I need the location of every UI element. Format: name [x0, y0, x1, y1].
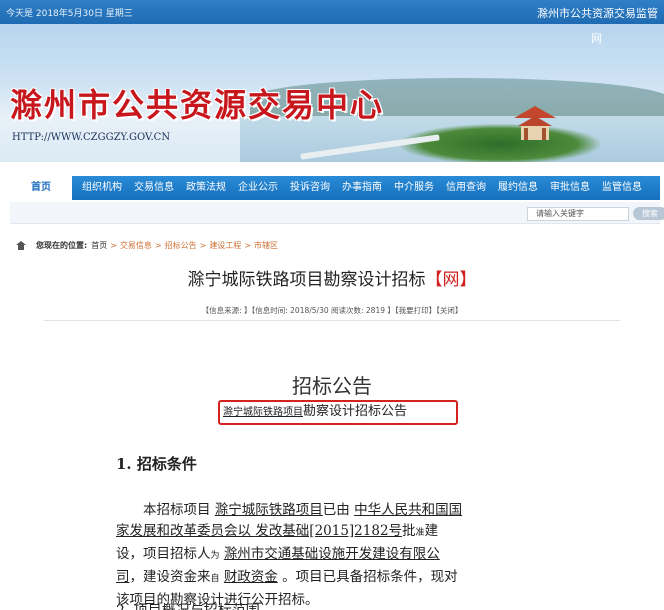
article-meta: 【信息来源: 】【信息时间: 2018/5/30 阅读次数: 2819 】【我要…: [201, 306, 463, 315]
search-input[interactable]: 请输入关键字: [527, 207, 629, 221]
divider: [44, 320, 620, 321]
top-right-label: 滁州市公共资源交易监管: [537, 7, 658, 20]
site-banner: 滁州市公共资源交易中心 HTTP://WWW.CZGGZY.GOV.CN 网: [0, 24, 664, 176]
project-name-small: 滁宁城际铁路项目: [223, 407, 303, 418]
breadcrumb-separator: >: [154, 241, 162, 250]
breadcrumb-label: 您现在的位置:: [36, 241, 88, 250]
paragraph-line: 设，项目招标人为 滁州市交通基础设施开发建设有限公: [116, 546, 440, 562]
search-button[interactable]: 搜索: [633, 207, 664, 220]
nav-item-agency[interactable]: 中介服务: [388, 176, 440, 200]
highlighted-notice-title: 滁宁城际铁路项目勘察设计招标公告: [218, 400, 458, 425]
article-paragraph: 本招标项目 滁宁城际铁路项目已由 中华人民共和国国 家发展和改革委员会以 发改基…: [116, 500, 536, 610]
banner-divider: [0, 162, 664, 176]
paragraph-line: 本招标项目 滁宁城际铁路项目已由 中华人民共和国国: [143, 502, 463, 518]
nav-item-policy[interactable]: 政策法规: [180, 176, 232, 200]
nav-item-enterprise[interactable]: 企业公示: [232, 176, 284, 200]
nav-item-guide[interactable]: 办事指南: [336, 176, 388, 200]
breadcrumb-separator: >: [199, 241, 207, 250]
nav-item-trade-info[interactable]: 交易信息: [128, 176, 180, 200]
paragraph-line: 司，建设资金来自 财政资金 。项目已具备招标条件，现对: [116, 569, 458, 585]
breadcrumb-district[interactable]: 市辖区: [254, 240, 278, 251]
nav-item-performance[interactable]: 履约信息: [492, 176, 544, 200]
nav-item-home[interactable]: 首页: [10, 176, 72, 200]
breadcrumb-notice[interactable]: 招标公告: [165, 240, 197, 251]
top-bar: 今天是 2018年5月30日 星期三 滁州市公共资源交易监管: [0, 0, 664, 24]
breadcrumb-trade-info[interactable]: 交易信息: [120, 240, 152, 251]
nav-item-org[interactable]: 组织机构: [76, 176, 128, 200]
site-url[interactable]: HTTP://WWW.CZGGZY.GOV.CN: [12, 132, 170, 143]
breadcrumb-separator: >: [110, 241, 117, 250]
breadcrumb-home[interactable]: 首页: [91, 240, 107, 251]
article-title: 滁宁城际铁路项目勘察设计招标【网】: [187, 270, 477, 290]
home-icon: [16, 241, 26, 250]
breadcrumb-separator: >: [244, 241, 252, 250]
nav-item-approval[interactable]: 审批信息: [544, 176, 596, 200]
nav-item-complaint[interactable]: 投诉咨询: [284, 176, 336, 200]
date-text: 今天是 2018年5月30日 星期三: [6, 9, 133, 19]
section-heading-1: 1. 招标条件: [116, 455, 197, 473]
breadcrumb: 您现在的位置: 首页 > 交易信息 > 招标公告 > 建设工程 > 市辖区: [16, 240, 278, 251]
article-title-tag: 【网】: [425, 270, 477, 290]
nav-item-supervision[interactable]: 监管信息: [596, 176, 648, 200]
breadcrumb-construction[interactable]: 建设工程: [209, 240, 241, 251]
paragraph-line: 家发展和改革委员会以 发改基础[2015]2182号批准建: [116, 523, 439, 539]
notice-heading: 招标公告: [292, 374, 372, 398]
pavilion-icon: [514, 106, 556, 140]
banner-island: [400, 124, 600, 164]
top-right-label-2: 网: [591, 32, 602, 45]
section-heading-2: 2. 项目概况与招标范围: [116, 600, 260, 610]
nav-item-credit[interactable]: 信用查询: [440, 176, 492, 200]
site-name: 滁州市公共资源交易中心: [10, 86, 385, 124]
search-row: 请输入关键字 搜索: [10, 202, 664, 224]
notice-title-large: 勘察设计招标公告: [303, 404, 408, 419]
main-nav: 首页 组织机构 交易信息 政策法规 企业公示 投诉咨询 办事指南 中介服务 信用…: [10, 176, 660, 200]
